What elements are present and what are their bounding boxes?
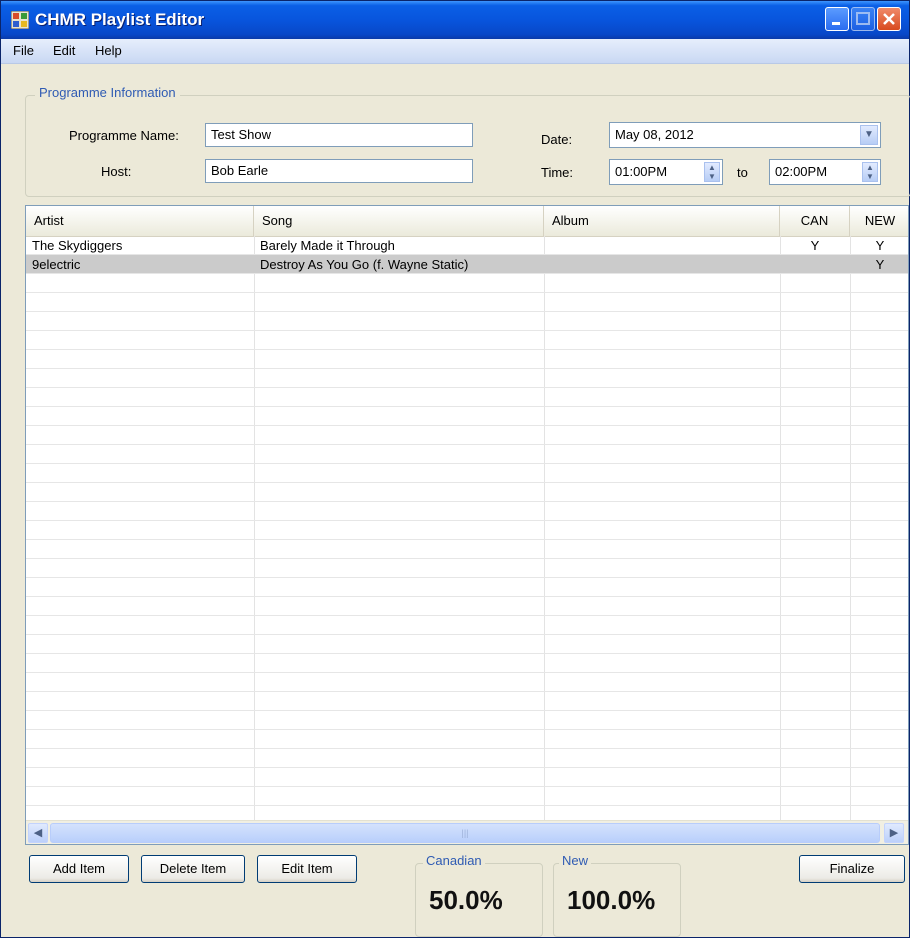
empty-table-row [26, 768, 908, 787]
title-bar[interactable]: CHMR Playlist Editor [1, 1, 909, 39]
close-button[interactable] [877, 7, 901, 31]
spinner-icon[interactable]: ▲ ▼ [704, 162, 720, 182]
column-header-can[interactable]: CAN [780, 206, 850, 236]
empty-table-row [26, 787, 908, 806]
scroll-left-icon[interactable]: ◀ [28, 823, 48, 843]
empty-table-row [26, 806, 908, 820]
empty-table-row [26, 312, 908, 331]
empty-table-row [26, 711, 908, 730]
empty-table-row [26, 350, 908, 369]
table-row-selected[interactable]: 9electric Destroy As You Go (f. Wayne St… [26, 255, 908, 274]
column-header-song[interactable]: Song [254, 206, 544, 236]
end-time-value: 02:00PM [775, 164, 828, 179]
canadian-stat-label: Canadian [423, 853, 485, 868]
cell-can: Y [810, 238, 820, 253]
programme-info-legend: Programme Information [35, 85, 180, 100]
empty-table-row [26, 274, 908, 293]
empty-table-row [26, 578, 908, 597]
empty-table-row [26, 293, 908, 312]
empty-table-row [26, 654, 908, 673]
empty-table-row [26, 692, 908, 711]
delete-item-button[interactable]: Delete Item [141, 855, 245, 883]
empty-table-row [26, 407, 908, 426]
cell-song: Destroy As You Go (f. Wayne Static) [260, 257, 469, 272]
host-input[interactable]: Bob Earle [205, 159, 473, 183]
empty-table-row [26, 616, 908, 635]
minimize-icon [832, 22, 840, 25]
finalize-button[interactable]: Finalize [799, 855, 905, 883]
scrollbar-thumb[interactable]: ||| [50, 823, 880, 843]
menu-edit[interactable]: Edit [53, 43, 75, 58]
host-label: Host: [101, 164, 132, 179]
cell-new: Y [875, 257, 885, 272]
table-row[interactable]: The Skydiggers Barely Made it Through Y … [26, 236, 908, 255]
empty-table-row [26, 730, 908, 749]
date-value: May 08, 2012 [615, 127, 694, 142]
app-icon [11, 11, 29, 29]
empty-table-row [26, 426, 908, 445]
cell-new: Y [875, 238, 885, 253]
add-item-button[interactable]: Add Item [29, 855, 129, 883]
empty-table-row [26, 502, 908, 521]
to-label: to [737, 165, 748, 180]
empty-table-row [26, 635, 908, 654]
empty-table-row [26, 749, 908, 768]
playlist-editor-window: CHMR Playlist Editor File Edit Help Prog… [0, 0, 910, 938]
cell-song: Barely Made it Through [260, 238, 395, 253]
maximize-button[interactable] [851, 7, 875, 31]
empty-table-row [26, 464, 908, 483]
minimize-button[interactable] [825, 7, 849, 31]
menu-file[interactable]: File [13, 43, 34, 58]
cell-artist: The Skydiggers [32, 238, 123, 253]
start-time-picker[interactable]: 01:00PM ▲ ▼ [609, 159, 723, 185]
cell-album [544, 256, 780, 273]
programme-name-input[interactable]: Test Show [205, 123, 473, 147]
menu-bar: File Edit Help [1, 39, 909, 64]
cell-artist: 9electric [32, 257, 81, 272]
horizontal-scrollbar[interactable]: ◀ ||| ▶ [26, 820, 908, 844]
empty-table-row [26, 388, 908, 407]
scroll-right-icon[interactable]: ▶ [884, 823, 904, 843]
empty-table-row [26, 540, 908, 559]
menu-help[interactable]: Help [95, 43, 122, 58]
new-stat-label: New [559, 853, 592, 868]
column-header-artist[interactable]: Artist [26, 206, 254, 236]
cell-can [780, 256, 850, 273]
table-header: Artist Song Album CAN NEW [26, 206, 908, 237]
playlist-table[interactable]: Artist Song Album CAN NEW The Skydiggers… [25, 205, 909, 845]
empty-table-row [26, 369, 908, 388]
programme-name-label: Programme Name: [69, 128, 179, 143]
column-header-album[interactable]: Album [544, 206, 780, 236]
date-picker[interactable]: May 08, 2012 ▼ [609, 122, 881, 148]
empty-table-row [26, 559, 908, 578]
maximize-icon [856, 12, 870, 25]
end-time-picker[interactable]: 02:00PM ▲ ▼ [769, 159, 881, 185]
new-stat-value: 100.0% [567, 885, 656, 915]
start-time-value: 01:00PM [615, 164, 668, 179]
canadian-stat-value: 50.0% [429, 885, 503, 915]
cell-album [544, 237, 780, 254]
date-label: Date: [541, 132, 573, 147]
empty-table-row [26, 483, 908, 502]
close-icon [883, 13, 895, 25]
empty-table-row [26, 673, 908, 692]
time-label: Time: [541, 165, 574, 180]
column-header-new[interactable]: NEW [850, 206, 908, 236]
chevron-down-icon[interactable]: ▼ [860, 125, 878, 145]
spinner-icon[interactable]: ▲ ▼ [862, 162, 878, 182]
table-body: The Skydiggers Barely Made it Through Y … [26, 236, 908, 820]
window-title: CHMR Playlist Editor [35, 10, 205, 29]
empty-table-row [26, 597, 908, 616]
edit-item-button[interactable]: Edit Item [257, 855, 357, 883]
empty-table-row [26, 331, 908, 350]
empty-table-row [26, 521, 908, 540]
empty-table-row [26, 445, 908, 464]
